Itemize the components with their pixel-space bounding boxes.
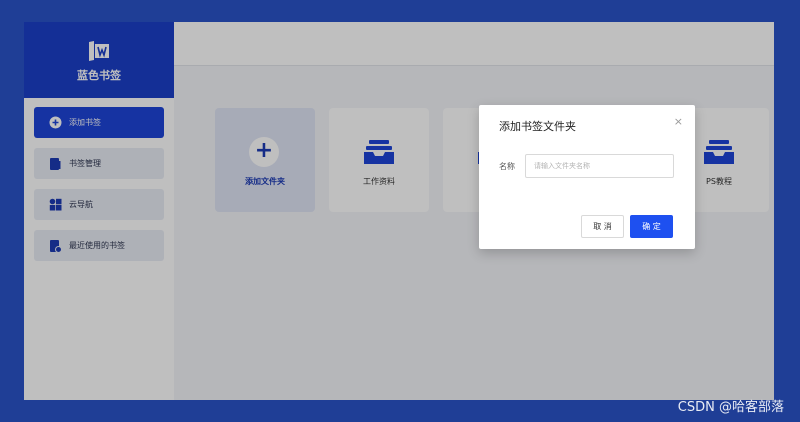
watermark: CSDN @哈客部落: [677, 400, 784, 415]
confirm-button[interactable]: 确 定: [630, 215, 673, 238]
folder-name-input[interactable]: [525, 154, 674, 178]
cancel-button[interactable]: 取 消: [581, 215, 624, 238]
close-icon[interactable]: ×: [674, 115, 683, 128]
add-folder-dialog: 添加书签文件夹 × 名称 取 消 确 定: [479, 105, 695, 249]
app-window: 蓝色书签 添加书签 书签管理 云导航 最近使用的书签 + 添加文件夹 工作资料 …: [24, 22, 774, 400]
dialog-title: 添加书签文件夹: [499, 120, 576, 133]
name-label: 名称: [499, 162, 515, 171]
